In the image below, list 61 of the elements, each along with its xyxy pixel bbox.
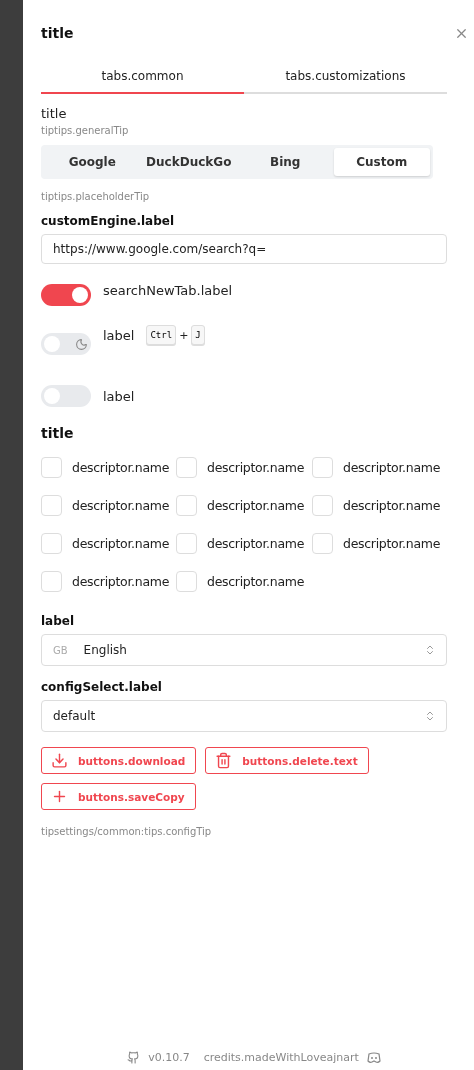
tab[interactable]: tabs.customizations [244, 66, 447, 94]
checkbox-label: descriptor.name [207, 498, 305, 513]
input-field[interactable]: https://www.google.com/search?q= [41, 234, 447, 264]
panel-title: title [41, 25, 74, 41]
checkbox[interactable] [41, 457, 62, 478]
segment-option[interactable]: Bing [237, 148, 334, 176]
section-title: title [41, 106, 68, 121]
tip-text: tiptips.placeholderTip [41, 191, 151, 202]
github-icon[interactable] [127, 1051, 141, 1064]
chevron-icon [424, 710, 436, 722]
checkbox[interactable] [176, 457, 197, 478]
section-title: title [41, 425, 75, 441]
checkbox-label: descriptor.name [343, 460, 441, 475]
checkbox[interactable] [312, 495, 333, 516]
segment-option[interactable]: Custom [333, 148, 430, 176]
credits-text: credits.madeWithLoveajnart [203, 1051, 359, 1064]
add-button[interactable]: buttons.saveCopy [41, 783, 196, 810]
checkbox[interactable] [176, 571, 197, 592]
checkbox-label: descriptor.name [72, 536, 170, 551]
delete-button[interactable]: buttons.delete.text [205, 747, 369, 774]
tip-text: tiptips.generalTip [41, 125, 130, 136]
moon-icon [75, 337, 88, 351]
plus-sign: + [179, 328, 189, 342]
checkbox[interactable] [176, 533, 197, 554]
chat-bubble-icon[interactable] [366, 1051, 381, 1064]
toggle-label: label [103, 388, 135, 404]
plus-icon [51, 788, 68, 805]
checkbox-label: descriptor.name [207, 460, 305, 475]
tab[interactable]: tabs.common [41, 66, 244, 94]
checkbox-label: descriptor.name [72, 498, 170, 513]
toggle-label: label [103, 328, 135, 343]
checkbox[interactable] [41, 533, 62, 554]
field-label: label [41, 614, 76, 628]
checkbox-label: descriptor.name [207, 574, 305, 589]
checkbox-label: descriptor.name [343, 498, 441, 513]
chevron-icon [424, 644, 436, 656]
download-icon [51, 752, 68, 769]
keyboard-key: Ctrl [146, 325, 177, 345]
field-label: customEngine.label [41, 214, 176, 228]
toggle-label: searchNewTab.label [103, 282, 233, 298]
language-select[interactable]: GB English [41, 634, 447, 666]
field-label: configSelect.label [41, 680, 163, 694]
trash-icon [215, 752, 233, 769]
segment-option[interactable]: Google [44, 148, 141, 176]
checkbox[interactable] [176, 495, 197, 516]
checkbox[interactable] [41, 571, 62, 592]
keyboard-key: J [191, 325, 205, 345]
version-text: v0.10.7 [148, 1051, 190, 1064]
checkbox[interactable] [41, 495, 62, 516]
checkbox-label: descriptor.name [207, 536, 305, 551]
tip-text: tipsettings/common:tips.configTip [41, 826, 213, 837]
toggle-switch[interactable] [41, 284, 91, 306]
segment-option[interactable]: DuckDuckGo [140, 148, 237, 176]
checkbox[interactable] [312, 533, 333, 554]
toggle-switch[interactable] [41, 333, 91, 355]
checkbox[interactable] [312, 457, 333, 478]
download-button[interactable]: buttons.download [41, 747, 197, 774]
checkbox-label: descriptor.name [72, 574, 170, 589]
config-select[interactable]: default [41, 700, 447, 732]
checkbox-label: descriptor.name [343, 536, 441, 551]
checkbox-label: descriptor.name [72, 460, 170, 475]
